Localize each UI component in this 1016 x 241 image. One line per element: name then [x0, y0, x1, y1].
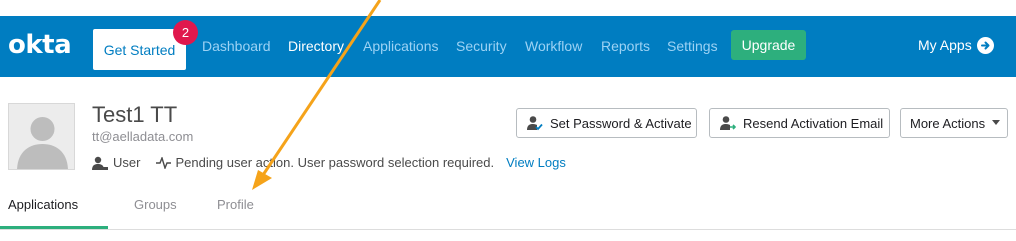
annotation-arrow-icon	[252, 0, 382, 190]
